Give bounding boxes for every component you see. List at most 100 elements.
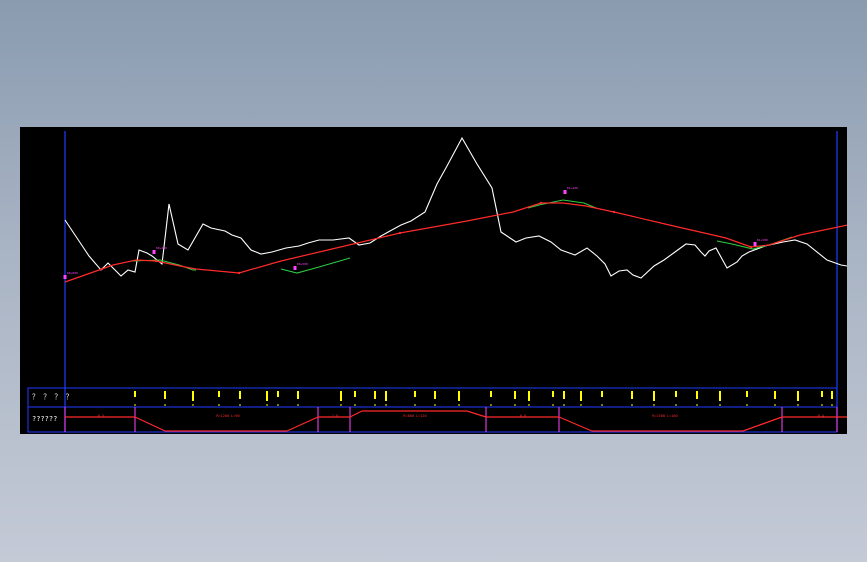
station-mark: [552, 391, 554, 406]
curvature-band-segment: [286, 416, 319, 432]
station-label-glyph: [528, 391, 530, 401]
station-tick: [831, 404, 833, 406]
station-mark: [746, 391, 748, 406]
station-mark: [563, 391, 565, 406]
band-row1-label: ？ ？ ？ ？: [32, 393, 73, 401]
curvature-label: R=1200 L=90: [216, 414, 239, 418]
station-label-glyph: [134, 391, 136, 397]
station-tick: [414, 404, 416, 406]
station-tick: [552, 404, 554, 406]
station-tick: [563, 404, 565, 406]
grade-tick-point: [398, 231, 402, 235]
profile-drawing: K0+000K0+200K0+500K1+100K1+500K1+740 ？ ？…: [27, 131, 847, 433]
station-mark: [528, 391, 530, 406]
curvature-label: 0.6: [520, 414, 526, 418]
station-tick: [631, 404, 633, 406]
station-label-glyph: [696, 391, 698, 399]
station-mark: [340, 391, 342, 406]
curvature-label: R=1500 L=160: [652, 414, 677, 418]
station-mark: [631, 391, 633, 406]
station-tick: [354, 404, 356, 406]
station-mark: [434, 391, 436, 406]
station-label-glyph: [774, 391, 776, 399]
curvature-label: R=800 L=120: [403, 414, 426, 418]
pvi-marker: [152, 250, 156, 254]
station-tick: [218, 404, 220, 406]
station-label-glyph: [277, 391, 279, 397]
band-frame: [27, 387, 838, 433]
station-tick: [277, 404, 279, 406]
station-label-glyph: [490, 391, 492, 397]
station-mark: [774, 391, 776, 406]
station-label-glyph: [354, 391, 356, 397]
station-mark: [354, 391, 356, 406]
ground-line-group: [64, 136, 847, 279]
station-tick: [164, 404, 166, 406]
station-label-glyph: [821, 391, 823, 397]
station-mark: [192, 391, 194, 406]
station-label-glyph: [434, 391, 436, 399]
station-label-glyph: [631, 391, 633, 399]
station-tick: [297, 404, 299, 406]
station-tick: [490, 404, 492, 406]
station-label-glyph: [552, 391, 554, 397]
station-tick: [340, 404, 342, 406]
station-tick: [458, 404, 460, 406]
vertical-curve-2: [280, 257, 351, 274]
station-mark: [134, 391, 136, 406]
station-label-glyph: [218, 391, 220, 397]
pvi-marker-group: K0+000K0+200K0+500K1+100K1+500K1+740: [63, 186, 768, 279]
station-tick: [192, 404, 194, 406]
grade-tick-point: [100, 267, 104, 271]
station-label-glyph: [192, 391, 194, 401]
station-tick: [821, 404, 823, 406]
station-tick: [696, 404, 698, 406]
station-mark: [831, 391, 833, 406]
station-tick: [797, 404, 799, 406]
station-mark: [297, 391, 299, 406]
station-mark: [821, 391, 823, 406]
pvi-station-label: K0+000: [67, 271, 78, 275]
station-mark: [277, 391, 279, 406]
station-tick: [239, 404, 241, 406]
station-mark: [414, 391, 416, 406]
station-label-glyph: [514, 391, 516, 399]
station-label-glyph: [563, 391, 565, 399]
pvi-marker: [293, 266, 297, 270]
station-tick: [374, 404, 376, 406]
station-mark: [218, 391, 220, 406]
station-label-glyph: [580, 391, 582, 401]
grade-tick-point: [237, 271, 241, 275]
station-label-glyph: [297, 391, 299, 399]
band-table: ？ ？ ？ ？ ?????? 0.3 R=1200 L=90 1.0 R=800 L=…: [27, 387, 847, 433]
station-mark: [374, 391, 376, 406]
cad-viewport[interactable]: K0+000K0+200K0+500K1+100K1+500K1+740 ？ ？…: [20, 127, 847, 434]
station-label-glyph: [746, 391, 748, 397]
curvature-band-segment: [466, 410, 487, 418]
pvi-marker: [63, 275, 67, 279]
station-tick: [266, 404, 268, 406]
station-label-glyph: [340, 391, 342, 401]
curvature-label: 0.3: [98, 414, 104, 418]
station-mark: [719, 391, 721, 406]
station-label-glyph: [458, 391, 460, 401]
curvature-label: 0.4: [818, 414, 824, 418]
station-label-glyph: [414, 391, 416, 397]
station-mark: [797, 391, 799, 406]
grade-tick-point: [154, 259, 158, 263]
station-mark: [458, 391, 460, 406]
station-mark: [601, 391, 603, 406]
station-label-glyph: [164, 391, 166, 399]
station-label-glyph: [831, 391, 833, 399]
station-tick: [719, 404, 721, 406]
design-grade-line: [64, 202, 847, 283]
station-label-glyph: [653, 391, 655, 401]
grade-tick-point: [612, 210, 616, 214]
station-tick: [580, 404, 582, 406]
vertical-curve-1: [131, 259, 196, 271]
band-content-group: 0.3 R=1200 L=90 1.0 R=800 L=120 0.6 R=1500 L=…: [64, 391, 847, 432]
station-label-glyph: [719, 391, 721, 401]
station-label-glyph: [797, 391, 799, 401]
station-tick: [774, 404, 776, 406]
station-label-glyph: [385, 391, 387, 401]
